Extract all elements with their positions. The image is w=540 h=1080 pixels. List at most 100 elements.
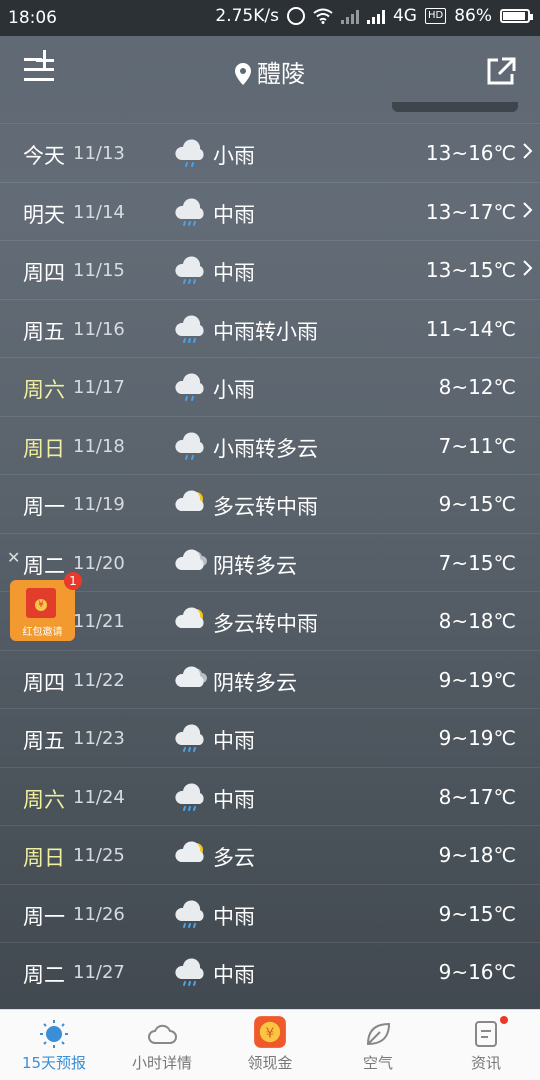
partly-cloudy-icon bbox=[172, 487, 208, 519]
forecast-condition: 中雨 bbox=[213, 202, 255, 227]
forecast-condition: 多云转中雨 bbox=[213, 612, 318, 636]
tab-label: 资讯 bbox=[470, 1054, 501, 1072]
forecast-condition: 中雨 bbox=[213, 963, 255, 987]
forecast-row: 周日 11/18 小雨转多云 7~11℃ bbox=[0, 415, 540, 475]
forecast-day: 周一 bbox=[23, 904, 65, 929]
forecast-date: 11/25 bbox=[73, 845, 125, 866]
tab-label: 15天预报 bbox=[21, 1054, 87, 1072]
rain-icon bbox=[172, 955, 208, 987]
city-title[interactable]: 醴陵 bbox=[0, 54, 540, 89]
forecast-day: 周一 bbox=[23, 495, 65, 519]
forecast-row[interactable]: 今天 11/13 小雨 13~16℃ bbox=[0, 123, 540, 182]
city-name: 醴陵 bbox=[257, 60, 305, 88]
rain-icon bbox=[172, 312, 208, 344]
tab-news[interactable]: 资讯 bbox=[432, 1010, 540, 1080]
forecast-date: 11/22 bbox=[73, 669, 125, 691]
chevron-right-icon bbox=[523, 201, 533, 218]
forecast-row: 周四 11/22 阴转多云 9~19℃ bbox=[0, 649, 540, 709]
promo-close-icon[interactable]: ✕ bbox=[7, 550, 23, 566]
forecast-condition: 中雨 bbox=[213, 729, 255, 753]
forecast-day: 周六 bbox=[23, 787, 65, 812]
tab-15day-forecast[interactable]: 15天预报 bbox=[0, 1010, 108, 1080]
forecast-row: 周二 11/27 中雨 9~16℃ bbox=[0, 942, 540, 1001]
tab-label: 空气 bbox=[362, 1054, 393, 1072]
location-pin-icon bbox=[235, 63, 251, 85]
alarm-icon bbox=[286, 7, 305, 25]
forecast-day: 周日 bbox=[23, 846, 65, 870]
forecast-date: 11/14 bbox=[73, 201, 125, 223]
forecast-temperature: 9~15℃ bbox=[438, 492, 516, 516]
forecast-row[interactable]: 周四 11/15 中雨 13~15℃ bbox=[0, 240, 540, 299]
forecast-day: 周四 bbox=[23, 261, 65, 285]
forecast-row: 周五 11/16 中雨转小雨 11~14℃ bbox=[0, 298, 540, 358]
header: 醴陵 bbox=[0, 36, 540, 108]
light-rain-icon bbox=[172, 136, 208, 168]
light-rain-icon bbox=[172, 429, 208, 461]
forecast-row[interactable]: 明天 11/14 中雨 13~17℃ bbox=[0, 181, 540, 241]
forecast-day: 明天 bbox=[23, 202, 65, 227]
forecast-date: 11/24 bbox=[73, 786, 125, 808]
chevron-right-icon bbox=[523, 143, 533, 159]
rain-icon bbox=[172, 721, 208, 753]
forecast-condition: 中雨 bbox=[213, 904, 255, 929]
leaf-icon bbox=[366, 1022, 391, 1046]
partly-cloudy-icon bbox=[172, 604, 208, 636]
forecast-row: 周六 11/17 小雨 8~12℃ bbox=[0, 357, 540, 416]
forecast-row: 周五 11/23 中雨 9~19℃ bbox=[0, 708, 540, 767]
svg-text:¥: ¥ bbox=[266, 1026, 275, 1042]
forecast-date: 11/17 bbox=[73, 377, 125, 398]
forecast-condition: 中雨转小雨 bbox=[213, 319, 318, 344]
forecast-day: 今天 bbox=[23, 144, 65, 168]
tab-get-cash[interactable]: ¥ 领现金 bbox=[216, 1010, 324, 1080]
tab-air[interactable]: 空气 bbox=[324, 1010, 432, 1080]
light-rain-icon bbox=[172, 370, 208, 402]
forecast-temperature: 8~17℃ bbox=[438, 784, 516, 809]
cash-icon: ¥ bbox=[254, 1016, 286, 1048]
forecast-temperature: 13~17℃ bbox=[425, 199, 516, 224]
forecast-temperature: 9~16℃ bbox=[438, 960, 516, 984]
sun-icon bbox=[40, 1020, 68, 1048]
forecast-date: 11/21 bbox=[73, 611, 125, 632]
red-packet-promo[interactable]: 红包邀请 1 bbox=[10, 572, 82, 641]
pull-handle[interactable] bbox=[392, 102, 518, 112]
hd-icon: HD bbox=[424, 8, 447, 24]
forecast-date: 11/27 bbox=[73, 962, 125, 983]
chevron-right-icon bbox=[523, 260, 533, 276]
forecast-day: 周五 bbox=[23, 319, 65, 344]
forecast-temperature: 9~18℃ bbox=[438, 843, 516, 867]
rain-icon bbox=[172, 780, 208, 812]
forecast-temperature: 13~16℃ bbox=[425, 141, 516, 165]
forecast-date: 11/23 bbox=[73, 728, 125, 749]
forecast-row: 周日 11/25 多云 9~18℃ bbox=[0, 825, 540, 884]
signal-icon bbox=[340, 8, 359, 24]
forecast-temperature: 8~12℃ bbox=[438, 375, 516, 399]
share-icon[interactable] bbox=[484, 54, 518, 88]
forecast-date: 11/20 bbox=[73, 552, 125, 574]
forecast-day: 周二 bbox=[23, 963, 65, 987]
forecast-date: 11/19 bbox=[73, 494, 125, 515]
status-time: 18:06 bbox=[8, 8, 57, 28]
network-speed: 2.75K/s bbox=[215, 6, 279, 26]
forecast-row: 周一 11/19 多云转中雨 9~15℃ bbox=[0, 474, 540, 533]
forecast-day: 周五 bbox=[23, 729, 65, 753]
forecast-date: 11/16 bbox=[73, 318, 125, 340]
rain-icon bbox=[172, 195, 208, 227]
partly-cloudy-icon bbox=[172, 838, 208, 870]
rain-icon bbox=[172, 897, 208, 929]
forecast-day: 周六 bbox=[23, 378, 65, 402]
tab-label: 小时详情 bbox=[131, 1054, 192, 1072]
news-notification-dot bbox=[500, 1016, 508, 1024]
battery-percent: 86% bbox=[454, 6, 492, 26]
network-type: 4G bbox=[392, 6, 417, 26]
forecast-condition: 小雨 bbox=[213, 378, 255, 402]
tab-hourly-details[interactable]: 小时详情 bbox=[108, 1010, 216, 1080]
forecast-temperature: 9~19℃ bbox=[438, 726, 516, 750]
forecast-temperature: 7~11℃ bbox=[438, 433, 516, 458]
wifi-icon bbox=[313, 8, 333, 24]
forecast-day: 周日 bbox=[23, 436, 65, 461]
red-envelope-icon bbox=[26, 588, 56, 618]
forecast-temperature: 9~15℃ bbox=[438, 901, 516, 926]
forecast-temperature: 11~14℃ bbox=[425, 316, 516, 341]
bottom-tab-bar: 15天预报 小时详情 ¥ 领现金 空气 资讯 bbox=[0, 1009, 540, 1080]
promo-badge: 1 bbox=[64, 572, 82, 590]
